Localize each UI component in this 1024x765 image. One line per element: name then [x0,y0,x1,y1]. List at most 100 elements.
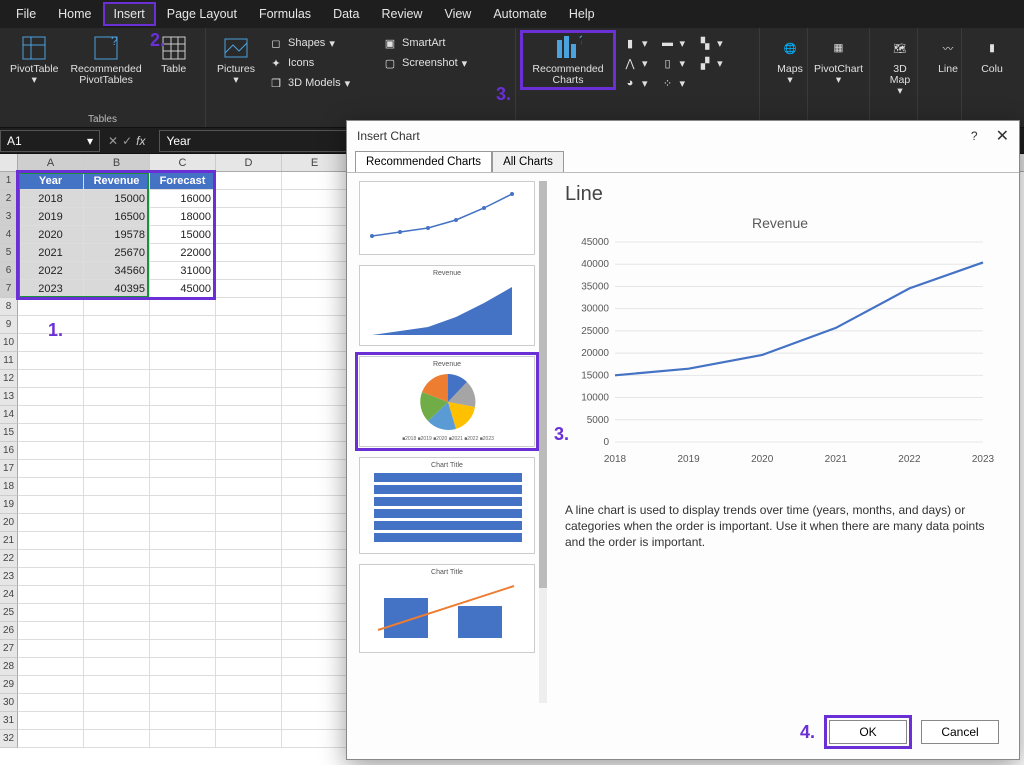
shapes-label: Shapes [288,37,325,49]
thumb-bar[interactable]: Chart Title [359,457,535,554]
pie-chart-icon: ◕ [622,75,638,91]
ok-button[interactable]: OK [829,720,907,744]
dialog-title-text: Insert Chart [357,129,420,143]
menu-insert[interactable]: Insert [104,3,155,25]
close-icon[interactable]: ✕ [996,126,1009,146]
annotation-step-1: 1. [48,320,63,341]
sparkline-col-button[interactable]: ▮ Colu [968,32,1016,77]
recommended-pivottables-label: Recommended PivotTables [70,64,141,86]
shapes-icon: ◻ [268,35,284,51]
menu-data[interactable]: Data [323,3,369,25]
svg-text:40000: 40000 [581,259,609,270]
col-E[interactable]: E [282,154,348,171]
maps-button[interactable]: 🌐Maps▾ [766,32,814,88]
chevron-down-icon: ▾ [836,75,841,86]
bar-chart-button[interactable]: ▮▾ [618,34,652,52]
dialog-titlebar[interactable]: Insert Chart ? ✕ [347,121,1019,151]
sparkline-icon: 〰 [934,34,962,62]
line-chart-icon: ⋀ [622,55,638,71]
menu-home[interactable]: Home [48,3,101,25]
sparkcol-label: Colu [981,64,1003,75]
pictures-icon [222,34,250,62]
col-C[interactable]: C [150,154,216,171]
sparkcol-icon: ▮ [978,34,1006,62]
3dmap-label: 3D Map [890,64,910,86]
thumb-area-title: Revenue [364,270,530,277]
svg-text:15000: 15000 [581,370,609,381]
tab-recommended-charts[interactable]: Recommended Charts [355,151,492,172]
dialog-footer: 4. OK Cancel [347,711,1019,759]
bar-chart-icon: ▮ [622,35,638,51]
smartart-button[interactable]: ▣SmartArt [378,34,488,52]
col-D[interactable]: D [216,154,282,171]
combo-chart-button[interactable]: ▞▾ [693,54,727,72]
column-chart-button[interactable]: ▯▾ [656,54,690,72]
annotation-step-3b: 3. [554,424,569,445]
thumb-bar-title: Chart Title [364,462,530,469]
pivotchart-button[interactable]: ▦PivotChart▾ [814,32,863,88]
pivottable-icon [20,34,48,62]
recommended-pivottables-button[interactable]: ? Recommended PivotTables [66,32,145,88]
sparkline-label: Line [938,64,958,75]
svg-text:35000: 35000 [581,281,609,292]
col-A[interactable]: A [18,154,84,171]
icons-button[interactable]: ✦Icons [264,54,374,72]
menu-review[interactable]: Review [371,3,432,25]
screenshot-label: Screenshot [402,57,458,69]
chevron-down-icon: ▾ [787,75,792,86]
menu-automate[interactable]: Automate [483,3,557,25]
thumb-pie[interactable]: Revenue ■2018 ■2019 ■2020 ■2021 ■2022 ■2… [359,356,535,447]
thumb-line[interactable] [359,181,535,255]
table-label: Table [161,64,186,75]
dialog-tabs: Recommended Charts All Charts [347,151,1019,172]
ribbon-group-tables-label: Tables [6,112,199,125]
tab-all-charts[interactable]: All Charts [492,151,564,172]
cancel-formula-icon[interactable]: ✕ [108,134,118,148]
pictures-button[interactable]: Pictures ▾ [212,32,260,88]
3dmodels-label: 3D Models [288,77,341,89]
fx-icon[interactable]: fx [136,134,151,148]
chevron-down-icon: ▾ [32,75,37,86]
svg-text:?: ? [111,35,118,48]
hbar-chart-button[interactable]: ▬▾ [656,34,690,52]
svg-text:30000: 30000 [581,304,609,315]
thumb-area[interactable]: Revenue [359,265,535,346]
menu-view[interactable]: View [434,3,481,25]
svg-text:2019: 2019 [677,454,700,465]
svg-text:2020: 2020 [751,454,774,465]
chart-preview[interactable]: Revenue050001000015000200002500030000350… [565,212,1001,492]
thumb-scrollbar[interactable] [539,181,547,703]
recommended-charts-button[interactable]: ? Recommended Charts [522,32,614,88]
3dmap-icon: 🗺 [886,34,914,62]
svg-text:?: ? [579,34,582,47]
select-all-cell[interactable] [0,154,18,171]
line-chart-button[interactable]: ⋀▾ [618,54,652,72]
menu-file[interactable]: File [6,3,46,25]
recommended-charts-label: Recommended Charts [532,64,603,86]
ribbon-group-tables: PivotTable ▾ ? Recommended PivotTables T… [0,28,206,127]
ribbon-group-3dmap: 🗺3D Map▾ [870,28,918,127]
recommended-thumbnails[interactable]: Revenue Revenue ■2018 ■2019 ■2020 ■2021 … [347,173,547,711]
enter-formula-icon[interactable]: ✓ [122,134,132,148]
waterfall-chart-button[interactable]: ▚▾ [693,34,727,52]
thumb-combo[interactable]: Chart Title [359,564,535,653]
3dmap-button[interactable]: 🗺3D Map▾ [876,32,924,99]
3dmodels-button[interactable]: ❒3D Models ▾ [264,74,374,92]
shapes-button[interactable]: ◻Shapes ▾ [264,34,374,52]
screenshot-button[interactable]: ▢Screenshot ▾ [378,54,488,72]
smartart-icon: ▣ [382,35,398,51]
pivottable-button[interactable]: PivotTable ▾ [6,32,62,88]
svg-text:0: 0 [603,437,609,448]
column-chart-icon: ▯ [660,55,676,71]
col-B[interactable]: B [84,154,150,171]
menu-formulas[interactable]: Formulas [249,3,321,25]
menu-help[interactable]: Help [559,3,605,25]
help-icon[interactable]: ? [971,129,978,143]
menu-pagelayout[interactable]: Page Layout [157,3,247,25]
cancel-button[interactable]: Cancel [921,720,999,744]
globe-icon: 🌐 [776,34,804,62]
scatter-chart-button[interactable]: ⁘▾ [656,74,690,92]
ribbon-group-sparkline: 〰 Line [918,28,962,127]
name-box[interactable]: A1▾ [0,130,100,152]
pie-chart-button[interactable]: ◕▾ [618,74,652,92]
